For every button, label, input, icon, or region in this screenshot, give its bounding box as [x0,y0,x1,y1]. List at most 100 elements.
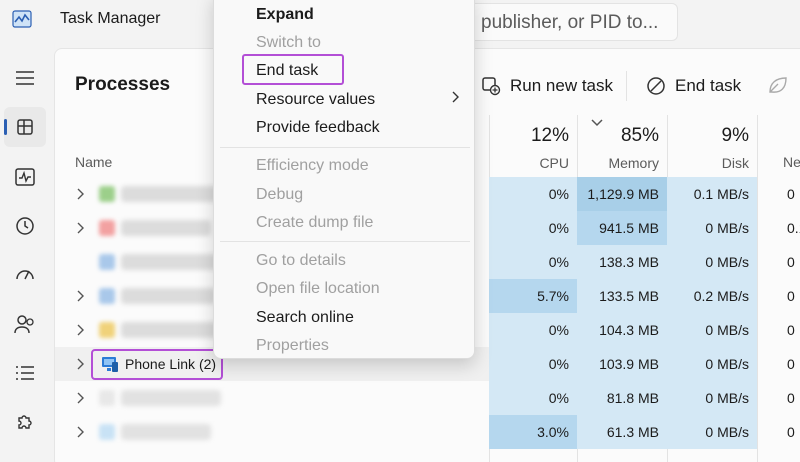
blurred-process-icon [99,390,115,406]
cpu-total-percent: 12% [530,125,569,146]
memory-column-label: Memory [608,155,659,171]
history-icon [16,217,34,235]
column-header-cpu[interactable]: 12% CPU [489,125,569,171]
network-cell: 0 [787,288,795,304]
column-header-memory[interactable]: 85% Memory [577,125,659,171]
menu-item-switch-to: Switch to [256,34,321,51]
network-cell: 0 [787,356,795,372]
run-new-task-icon [482,77,501,96]
column-header-disk[interactable]: 9% Disk [667,125,749,171]
menu-item-debug: Debug [256,186,304,203]
end-task-toolbar-button[interactable]: End task [646,71,741,101]
menu-item-properties: Properties [256,337,329,354]
context-menu: Expand Switch to End task Resource value… [213,0,475,359]
nav-app-history[interactable] [4,206,46,246]
startup-icon [16,270,34,280]
blurred-process-name [121,322,226,338]
efficiency-leaf-icon[interactable] [767,75,789,95]
submenu-chevron-right-icon [452,91,459,103]
disk-cell: 0.1 MB/s [667,177,757,211]
network-cell: 0.1 [787,220,800,236]
disk-cell: 0 MB/s [667,313,757,347]
blurred-process-name [121,424,211,440]
app-title: Task Manager [60,10,161,27]
nav-details[interactable] [4,353,46,393]
network-cell: 0 [787,390,795,406]
blurred-process-name [121,254,221,270]
network-cell: 0 [787,254,795,270]
end-task-icon [647,77,665,95]
expand-chevron-icon[interactable] [77,426,85,438]
memory-cell: 104.3 MB [577,313,667,347]
hamburger-menu-button[interactable] [4,58,46,98]
memory-cell: 133.5 MB [577,279,667,313]
menu-item-provide-feedback[interactable]: Provide feedback [256,119,380,137]
expand-chevron-icon[interactable] [77,358,85,370]
blurred-process-icon [99,288,115,304]
expand-chevron-icon[interactable] [77,222,85,234]
run-new-task-label: Run new task [510,76,613,95]
disk-cell: 0 MB/s [667,415,757,449]
menu-item-resource-values[interactable]: Resource values [256,91,375,109]
disk-total-percent: 9% [721,125,749,146]
cpu-cell: 0% [489,347,577,381]
memory-cell: 61.3 MB [577,415,667,449]
disk-cell: 0.2 MB/s [667,279,757,313]
services-puzzle-icon [18,415,32,429]
column-header-network[interactable]: Ne [783,154,800,170]
search-input[interactable]: publisher, or PID to... [440,3,678,41]
run-new-task-button[interactable]: Run new task [481,71,613,101]
expand-chevron-icon[interactable] [77,392,85,404]
menu-item-efficiency-mode: Efficiency mode [256,157,369,174]
network-cell: 0 [787,186,795,202]
cpu-cell: 0% [489,313,577,347]
cpu-cell: 3.0% [489,415,577,449]
blurred-process-name [121,220,211,236]
blurred-process-icon [99,322,115,338]
users-icon [14,315,34,334]
task-manager-app-icon [12,10,32,28]
processes-icon [17,119,33,135]
nav-startup-apps[interactable] [4,254,46,294]
cpu-cell: 0% [489,245,577,279]
table-row[interactable]: 0% 81.8 MB 0 MB/s 0 [55,381,800,415]
blurred-process-icon [99,220,115,236]
expand-chevron-icon[interactable] [77,324,85,336]
details-list-icon [16,366,34,380]
nav-services[interactable] [4,402,46,442]
expand-chevron-icon[interactable] [77,188,85,200]
memory-cell: 81.8 MB [577,381,667,415]
hamburger-icon [16,71,34,85]
menu-item-open-file-location: Open file location [256,280,380,297]
blurred-process-icon [99,424,115,440]
menu-item-go-to-details: Go to details [256,252,346,269]
menu-separator [220,147,470,148]
memory-cell: 103.9 MB [577,347,667,381]
performance-icon [15,168,35,186]
menu-item-search-online[interactable]: Search online [256,309,354,327]
blurred-process-name [121,288,216,304]
disk-cell: 0 MB/s [667,211,757,245]
search-placeholder: publisher, or PID to... [481,12,659,33]
toolbar-divider [626,71,627,101]
left-nav [0,42,50,462]
network-cell: 0 [787,322,795,338]
cpu-cell: 0% [489,177,577,211]
menu-item-expand[interactable]: Expand [256,6,314,24]
cpu-column-label: CPU [539,155,569,171]
column-header-name[interactable]: Name [75,154,112,170]
nav-processes[interactable] [4,107,46,147]
nav-performance[interactable] [4,157,46,197]
network-column-label: Ne [783,154,800,170]
expand-chevron-icon[interactable] [77,290,85,302]
menu-item-end-task[interactable]: End task [256,62,318,80]
disk-column-label: Disk [721,155,749,171]
memory-cell: 941.5 MB [577,211,667,245]
network-cell: 0 [787,424,795,440]
nav-users[interactable] [4,304,46,344]
memory-total-percent: 85% [620,125,659,146]
phone-link-process-name: Phone Link (2) [125,356,217,372]
table-row[interactable]: 3.0% 61.3 MB 0 MB/s 0 [55,415,800,449]
menu-item-create-dump-file: Create dump file [256,214,374,231]
disk-cell: 0 MB/s [667,347,757,381]
